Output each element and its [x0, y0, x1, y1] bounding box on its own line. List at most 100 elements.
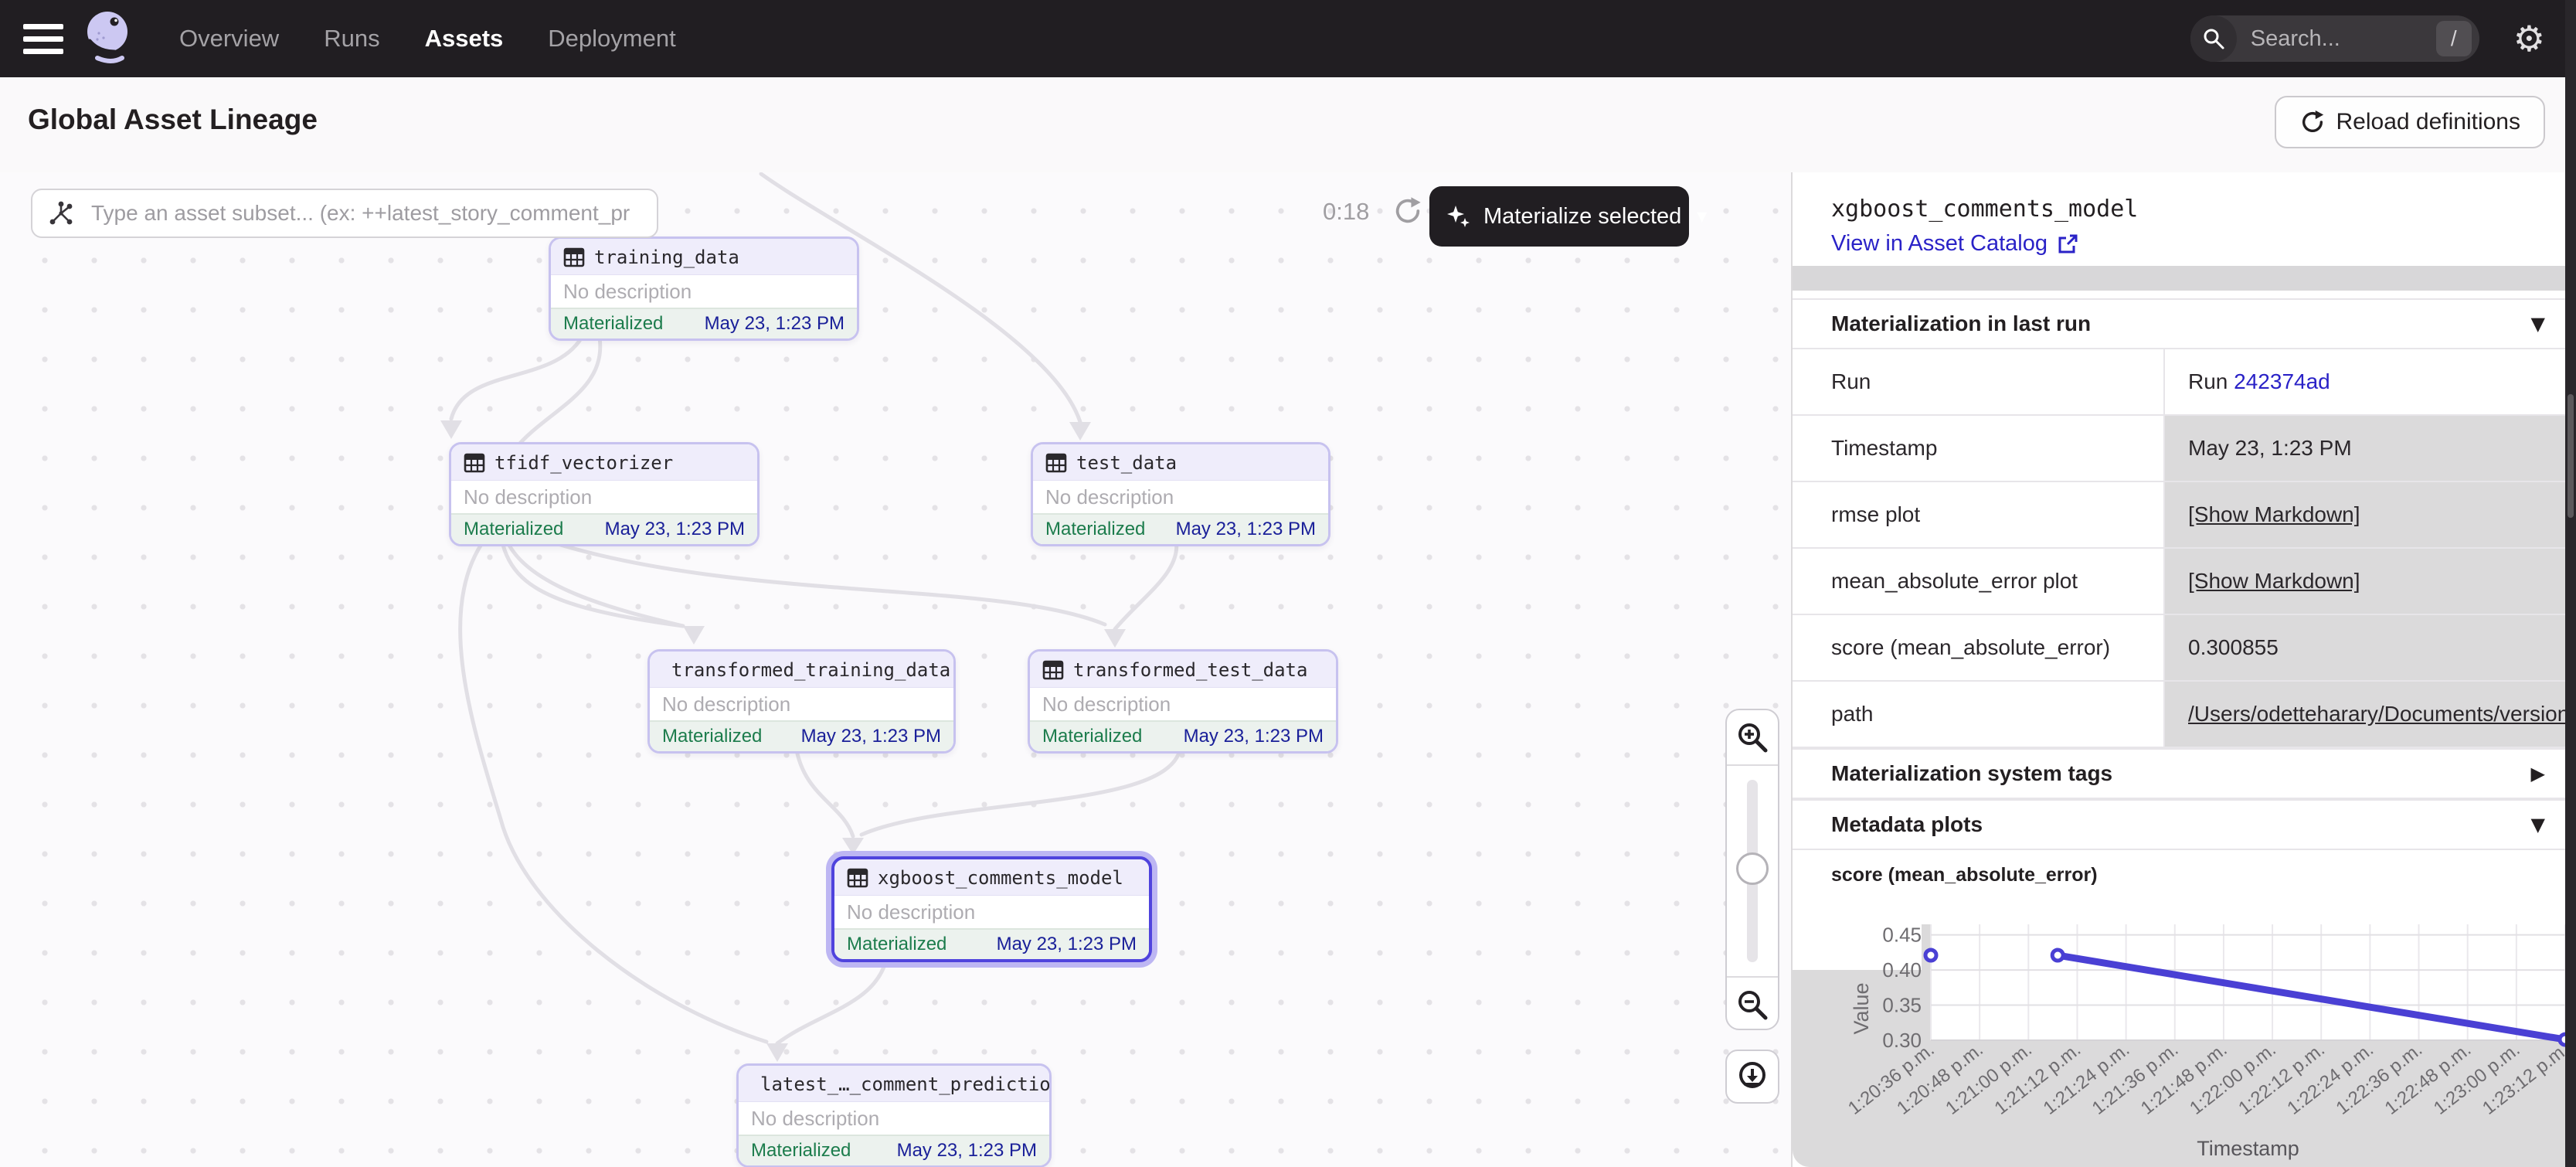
metadata-value: May 23, 1:23 PM	[2165, 416, 2567, 481]
view-in-asset-catalog-link[interactable]: View in Asset Catalog	[1831, 231, 2078, 257]
zoom-controls	[1725, 709, 1779, 1030]
search-placeholder: Search...	[2251, 26, 2436, 52]
asset-node-name: latest_…_comment_predictions	[760, 1073, 1052, 1095]
zoom-slider[interactable]	[1727, 764, 1778, 978]
nav-item-runs[interactable]: Runs	[324, 25, 379, 53]
metadata-key: mean_absolute_error plot	[1793, 549, 2165, 614]
vertical-scrollbar[interactable]	[2565, 0, 2576, 1167]
refresh-icon[interactable]	[1392, 196, 1423, 226]
refresh-icon	[2299, 109, 2326, 135]
metadata-value[interactable]: [Show Markdown]	[2165, 549, 2567, 614]
zoom-slider-thumb[interactable]	[1736, 852, 1769, 885]
section-label: Metadata plots	[1831, 812, 1983, 837]
asset-node-header: tfidf_vectorizer	[451, 444, 757, 481]
asset-node-timestamp: May 23, 1:23 PM	[1184, 726, 1324, 747]
metadata-row-Run: Run Run 242374ad	[1793, 349, 2567, 416]
asset-details-panel: xgboost_comments_model View in Asset Cat…	[1791, 172, 2565, 1167]
asset-node-header: test_data	[1033, 444, 1328, 481]
metadata-value: Run 242374ad	[2165, 349, 2567, 414]
nav-item-overview[interactable]: Overview	[179, 25, 279, 53]
search-input[interactable]: Search... /	[2190, 15, 2479, 62]
sparkle-icon	[1445, 202, 1473, 230]
chevron-icon: ▶	[2531, 763, 2545, 784]
nav-links: Overview Runs Assets Deployment	[179, 25, 676, 53]
section-label: Materialization system tags	[1831, 761, 2112, 786]
asset-node-status: Materialized	[847, 934, 946, 955]
zoom-out-button[interactable]	[1727, 978, 1778, 1032]
asset-subset-input[interactable]	[31, 189, 658, 238]
asset-node-timestamp: May 23, 1:23 PM	[1176, 519, 1316, 540]
asset-node-transformed-training-data[interactable]: transformed_training_data No description…	[647, 649, 956, 754]
reload-definitions-button[interactable]: Reload definitions	[2275, 96, 2546, 148]
section-metadata-plots[interactable]: Metadata plots ▼	[1793, 799, 2567, 850]
asset-node-name: xgboost_comments_model	[878, 867, 1123, 889]
asset-node-xgboost-comments-model[interactable]: xgboost_comments_model No description Ma…	[831, 856, 1152, 962]
asset-node-test-data[interactable]: test_data No description Materialized Ma…	[1031, 442, 1330, 546]
asset-node-timestamp: May 23, 1:23 PM	[705, 313, 845, 335]
page-header: Global Asset Lineage Reload definitions	[0, 77, 2576, 174]
panel-asset-title: xgboost_comments_model	[1831, 196, 2138, 223]
asset-node-footer: Materialized May 23, 1:23 PM	[1030, 720, 1336, 751]
download-graph-button[interactable]	[1725, 1050, 1779, 1104]
svg-text:Value: Value	[1850, 982, 1873, 1034]
asset-node-timestamp: May 23, 1:23 PM	[801, 726, 941, 747]
table-icon	[464, 452, 485, 474]
asset-node-footer: Materialized May 23, 1:23 PM	[650, 720, 953, 751]
reload-definitions-label: Reload definitions	[2336, 109, 2521, 135]
plot-title-row: score (mean_absolute_error)	[1793, 850, 2567, 900]
materialize-dropdown-caret[interactable]: ▾	[1697, 205, 1707, 228]
asset-node-timestamp: May 23, 1:23 PM	[605, 519, 745, 540]
zoom-in-button[interactable]	[1727, 710, 1778, 764]
svg-text:0.40: 0.40	[1882, 958, 1922, 982]
nav-item-deployment[interactable]: Deployment	[548, 25, 675, 53]
chevron-icon: ▼	[2531, 814, 2545, 835]
metadata-value[interactable]: /Users/odetteharary/Documents/versions	[2165, 682, 2567, 747]
metadata-row-score-mean-absolute-error-: score (mean_absolute_error) 0.300855	[1793, 615, 2567, 682]
download-icon	[1735, 1060, 1769, 1094]
asset-node-description: No description	[451, 481, 757, 513]
section-materialization-in-last-run[interactable]: Materialization in last run ▼	[1793, 298, 2567, 349]
refresh-timer: 0:18	[1323, 198, 1369, 226]
asset-node-name: transformed_training_data	[671, 659, 950, 681]
zoom-out-icon	[1736, 988, 1769, 1021]
zoom-in-icon	[1736, 721, 1769, 754]
asset-node-status: Materialized	[662, 726, 762, 747]
metadata-value: 0.300855	[2165, 615, 2567, 680]
metadata-row-Timestamp: Timestamp May 23, 1:23 PM	[1793, 416, 2567, 482]
asset-node-status: Materialized	[563, 313, 663, 335]
asset-node-name: tfidf_vectorizer	[494, 452, 673, 474]
asset-node-name: training_data	[594, 247, 739, 268]
asset-node-tfidf-vectorizer[interactable]: tfidf_vectorizer No description Material…	[449, 442, 760, 546]
settings-gear-icon[interactable]: ⚙	[2513, 21, 2545, 56]
metadata-value[interactable]: [Show Markdown]	[2165, 482, 2567, 547]
metadata-row-path: path /Users/odetteharary/Documents/versi…	[1793, 682, 2567, 748]
search-icon	[2190, 15, 2237, 62]
metadata-row-rmse-plot: rmse plot [Show Markdown]	[1793, 482, 2567, 549]
asset-node-status: Materialized	[464, 519, 563, 540]
asset-node-name: test_data	[1076, 452, 1177, 474]
asset-node-header: xgboost_comments_model	[834, 859, 1149, 896]
asset-node-description: No description	[834, 896, 1149, 928]
asset-node-transformed-test-data[interactable]: transformed_test_data No description Mat…	[1028, 649, 1338, 754]
top-nav: Overview Runs Assets Deployment Search..…	[0, 0, 2576, 77]
asset-node-header: latest_…_comment_predictions	[739, 1066, 1049, 1102]
section-materialization-system-tags[interactable]: Materialization system tags ▶	[1793, 748, 2567, 799]
metadata-row-mean-absolute-error-plot: mean_absolute_error plot [Show Markdown]	[1793, 549, 2567, 615]
asset-node-description: No description	[1030, 688, 1336, 720]
hamburger-menu-icon[interactable]	[23, 17, 63, 61]
asset-node-latest-comment-predictions[interactable]: latest_…_comment_predictions No descript…	[736, 1063, 1052, 1167]
horizontal-scrollbar[interactable]	[1793, 266, 2567, 291]
table-icon	[563, 247, 585, 268]
asset-node-status: Materialized	[1042, 726, 1142, 747]
dagster-app: Overview Runs Assets Deployment Search..…	[0, 0, 2576, 1167]
materialize-selected-button[interactable]: Materialize selected ▾	[1429, 186, 1689, 247]
asset-node-training-data[interactable]: training_data No description Materialize…	[549, 236, 859, 341]
run-id-link[interactable]: 242374ad	[2234, 369, 2330, 394]
metadata-key: rmse plot	[1793, 482, 2165, 547]
op-selector-icon	[48, 200, 74, 226]
search-shortcut-badge: /	[2436, 21, 2472, 56]
asset-node-description: No description	[739, 1102, 1049, 1135]
vertical-scrollbar-thumb[interactable]	[2568, 394, 2574, 518]
asset-lineage-graph[interactable]: 0:18 Materialize selected ▾	[0, 172, 1791, 1167]
nav-item-assets[interactable]: Assets	[425, 25, 504, 53]
